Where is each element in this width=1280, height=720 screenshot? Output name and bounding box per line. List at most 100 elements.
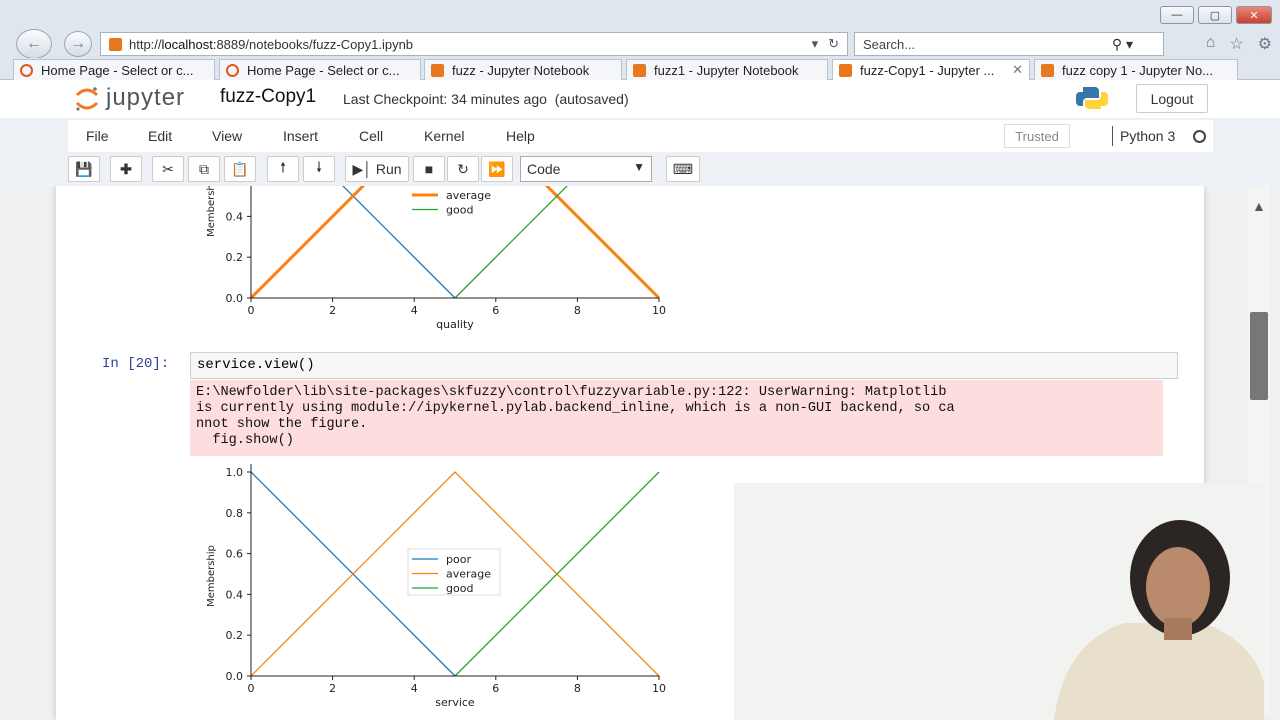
- save-icon[interactable]: 💾: [68, 156, 100, 182]
- tab-fuzz-copy1[interactable]: fuzz-Copy1 - Jupyter ... ✕: [832, 59, 1030, 80]
- favicon-icon: [109, 38, 122, 51]
- x-tick-label: 8: [574, 682, 581, 695]
- copy-icon[interactable]: ⧉: [188, 156, 220, 182]
- checkpoint-text: Last Checkpoint: 34 minutes ago: [343, 91, 547, 107]
- url-prefix: http://: [129, 36, 162, 52]
- x-axis-label: service: [435, 696, 475, 709]
- add-cell-icon[interactable]: ✚: [110, 156, 142, 182]
- x-tick-label: 2: [329, 682, 336, 695]
- search-icon[interactable]: ⚲ ▾: [1112, 36, 1133, 53]
- x-tick-label: 10: [652, 304, 666, 317]
- tab-fuzz[interactable]: fuzz - Jupyter Notebook: [424, 59, 622, 80]
- window-titlebar: — ▢ ✕: [0, 0, 1280, 30]
- menu-kernel[interactable]: Kernel: [424, 128, 464, 144]
- notebook-name[interactable]: fuzz-Copy1: [220, 86, 316, 108]
- jupyter-logo-icon[interactable]: [74, 86, 100, 112]
- stderr-output: E:\Newfolder\lib\site-packages\skfuzzy\c…: [190, 380, 1163, 456]
- cell-type-select[interactable]: Code ▼: [520, 156, 652, 182]
- y-tick-label: 0.4: [226, 210, 244, 223]
- browser-icon: [226, 63, 239, 77]
- tab-label: Home Page - Select or c...: [247, 62, 400, 78]
- webcam-overlay: [734, 483, 1264, 720]
- notebook-icon: [1041, 63, 1054, 77]
- notebook-icon: [633, 63, 646, 77]
- restart-icon[interactable]: ↻: [447, 156, 479, 182]
- kernel-separator: [1112, 126, 1113, 146]
- kernel-status-icon: [1193, 130, 1206, 143]
- close-window-icon[interactable]: ✕: [1236, 6, 1272, 24]
- fast-forward-icon[interactable]: ⏩: [481, 156, 513, 182]
- menu-file[interactable]: File: [86, 128, 109, 144]
- x-tick-label: 2: [329, 304, 336, 317]
- chevron-up-icon[interactable]: ▲: [1252, 198, 1266, 214]
- jupyter-logo-text[interactable]: jupyter: [106, 84, 185, 112]
- menu-insert[interactable]: Insert: [283, 128, 318, 144]
- back-arrow-icon[interactable]: ←: [16, 29, 52, 59]
- y-tick-label: 0.2: [226, 251, 244, 264]
- menu-help[interactable]: Help: [506, 128, 535, 144]
- trusted-indicator[interactable]: Trusted: [1004, 124, 1070, 148]
- move-up-icon[interactable]: 🠕: [267, 156, 299, 182]
- tab-label: fuzz1 - Jupyter Notebook: [654, 62, 799, 78]
- menu-edit[interactable]: Edit: [148, 128, 172, 144]
- kernel-name: Python 3: [1120, 128, 1176, 144]
- x-tick-label: 6: [492, 304, 499, 317]
- x-tick-label: 6: [492, 682, 499, 695]
- settings-gear-icon[interactable]: ⚙: [1258, 34, 1272, 54]
- tab-home-page-2[interactable]: Home Page - Select or c...: [219, 59, 421, 80]
- notebook-icon: [839, 63, 852, 77]
- tab-home-page-1[interactable]: Home Page - Select or c...: [13, 59, 215, 80]
- refresh-icon[interactable]: ↻: [828, 36, 839, 52]
- stop-icon[interactable]: ■: [413, 156, 445, 182]
- run-label: Run: [375, 161, 402, 177]
- paste-icon[interactable]: 📋: [224, 156, 256, 182]
- browser-icon: [20, 63, 33, 77]
- notebook-toolbar: 💾 ✚ ✂ ⧉ 📋 🠕 🠗 ▶│ Run ■ ↻ ⏩ Code ▼ ⌨: [68, 156, 1213, 184]
- notebook-icon: [431, 63, 444, 77]
- y-tick-label: 0.0: [226, 670, 244, 683]
- y-tick-label: 0.8: [226, 507, 244, 520]
- maximize-icon[interactable]: ▢: [1198, 6, 1232, 24]
- favorites-star-icon[interactable]: ☆: [1229, 34, 1243, 54]
- y-tick-label: 0.6: [226, 548, 244, 561]
- search-input[interactable]: Search... ⚲ ▾: [854, 32, 1164, 56]
- logout-button[interactable]: Logout: [1136, 84, 1208, 113]
- tab-label: fuzz-Copy1 - Jupyter ...: [860, 62, 995, 78]
- run-button[interactable]: ▶│ Run: [345, 156, 409, 182]
- search-placeholder: Search...: [863, 37, 916, 52]
- service-membership-chart: 0 2 4 6 8 10 0.0 0.2 0.4 0.6 0.8 1.0 service Membersh…: [206, 464, 666, 709]
- x-tick-label: 4: [411, 304, 418, 317]
- cell-prompt: In [20]:: [102, 356, 170, 372]
- scrollbar-thumb[interactable]: [1250, 312, 1268, 400]
- tab-label: fuzz - Jupyter Notebook: [452, 62, 590, 78]
- browser-navbar: ← → http://localhost:8889/notebooks/fuzz…: [0, 28, 1280, 60]
- close-tab-icon[interactable]: ✕: [1012, 62, 1023, 78]
- code-cell-input[interactable]: service.view(): [190, 352, 1178, 379]
- tab-label: fuzz copy 1 - Jupyter No...: [1062, 62, 1214, 78]
- minimize-icon[interactable]: —: [1160, 6, 1194, 24]
- x-tick-label: 8: [574, 304, 581, 317]
- url-host: localhost: [161, 36, 213, 52]
- quality-membership-chart: 0 2 4 6 8 10 0.0 0.2 0.4 quality Membership average…: [206, 186, 666, 331]
- run-icon: ▶│: [352, 160, 372, 177]
- cut-icon[interactable]: ✂: [152, 156, 184, 182]
- x-tick-label: 4: [411, 682, 418, 695]
- dropdown-arrow-icon[interactable]: ▾: [812, 36, 819, 52]
- address-bar[interactable]: http://localhost:8889/notebooks/fuzz-Cop…: [100, 32, 848, 56]
- menu-view[interactable]: View: [212, 128, 242, 144]
- y-axis-label: Membership: [206, 186, 217, 237]
- keyboard-icon[interactable]: ⌨: [666, 156, 700, 182]
- x-tick-label: 0: [248, 304, 255, 317]
- move-down-icon[interactable]: 🠗: [303, 156, 335, 182]
- home-icon[interactable]: ⌂: [1206, 34, 1216, 54]
- forward-arrow-icon[interactable]: →: [64, 31, 92, 57]
- tab-fuzz1[interactable]: fuzz1 - Jupyter Notebook: [626, 59, 828, 80]
- cell-type-value: Code: [527, 161, 561, 177]
- y-tick-label: 0.0: [226, 292, 244, 305]
- y-axis-label: Membership: [206, 545, 217, 607]
- menu-cell[interactable]: Cell: [359, 128, 383, 144]
- tab-strip: Home Page - Select or c... Home Page - S…: [0, 58, 1280, 80]
- y-tick-label: 0.2: [226, 629, 244, 642]
- tab-fuzz-copy-1[interactable]: fuzz copy 1 - Jupyter No...: [1034, 59, 1238, 80]
- legend-label-good: good: [446, 204, 473, 217]
